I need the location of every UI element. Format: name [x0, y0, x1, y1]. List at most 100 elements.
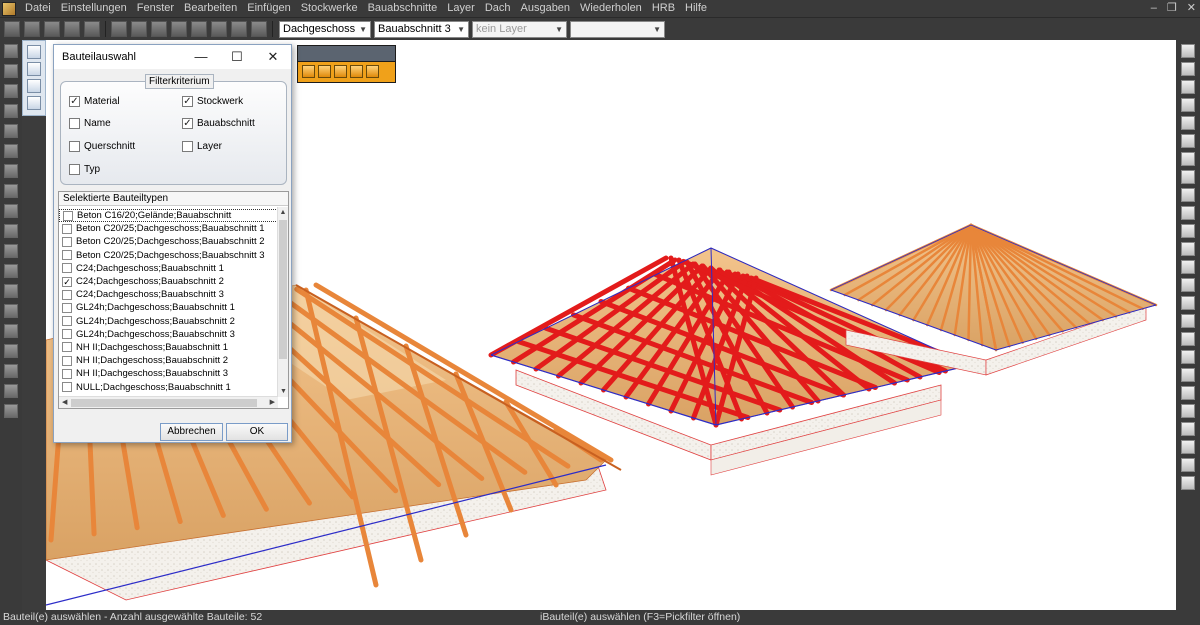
checkbox-unchecked-icon[interactable]: [62, 289, 72, 300]
tool-icon[interactable]: [4, 404, 18, 418]
print-preview-icon[interactable]: [84, 21, 100, 37]
table-icon[interactable]: [1181, 98, 1195, 112]
zoom-all-icon[interactable]: [171, 21, 187, 37]
checkbox-unchecked-icon[interactable]: [62, 342, 72, 353]
list-item[interactable]: NH II;Dachgeschoss;Bauabschnitt 2: [59, 354, 278, 367]
list-item[interactable]: NULL;Dachgeschoss;Bauabschnitt 2: [59, 394, 278, 396]
checkbox-unchecked-icon[interactable]: [62, 329, 72, 340]
beam-icon[interactable]: [4, 244, 18, 258]
menu-item[interactable]: Ausgaben: [516, 0, 576, 17]
pick-rafter-icon[interactable]: [318, 65, 331, 78]
select-filter-icon[interactable]: [27, 79, 41, 93]
close-icon[interactable]: ✕: [1187, 0, 1196, 17]
scroll-up-icon[interactable]: ▲: [278, 207, 288, 218]
select-window-icon[interactable]: [27, 62, 41, 76]
menu-item[interactable]: Stockwerke: [296, 0, 363, 17]
column-icon[interactable]: [4, 124, 18, 138]
checkbox-unchecked-icon[interactable]: [62, 316, 72, 327]
redo-icon[interactable]: [251, 21, 267, 37]
window-icon[interactable]: [4, 104, 18, 118]
filter-checkbox[interactable]: ✓ Material: [69, 96, 120, 107]
horizontal-scrollbar[interactable]: ◀ ▶: [59, 396, 278, 408]
tool-icon[interactable]: [1181, 404, 1195, 418]
truss-icon[interactable]: [4, 304, 18, 318]
filter-checkbox[interactable]: Querschnitt: [69, 141, 135, 152]
pan-icon[interactable]: [191, 21, 207, 37]
checkbox-checked-icon[interactable]: ✓: [69, 96, 80, 107]
scroll-thumb[interactable]: [279, 220, 287, 359]
close-icon[interactable]: ✕: [255, 45, 291, 69]
box-icon[interactable]: [1181, 152, 1195, 166]
tool-icon[interactable]: [1181, 458, 1195, 472]
house-icon[interactable]: [4, 164, 18, 178]
layers-icon[interactable]: [1181, 62, 1195, 76]
filter-checkbox[interactable]: Layer: [182, 141, 222, 152]
filter-checkbox[interactable]: Name: [69, 118, 111, 129]
checkbox-unchecked-icon[interactable]: [62, 368, 72, 379]
menu-item[interactable]: HRB: [647, 0, 680, 17]
save-icon[interactable]: [44, 21, 60, 37]
filter-checkbox[interactable]: ✓ Stockwerk: [182, 96, 243, 107]
floor-combo[interactable]: Dachgeschoss ▼: [279, 20, 371, 38]
pick-filter-toolbar-title[interactable]: [298, 46, 395, 61]
arc-icon[interactable]: [4, 284, 18, 298]
tool-icon[interactable]: [4, 384, 18, 398]
door-icon[interactable]: [1181, 170, 1195, 184]
wall-icon[interactable]: [4, 64, 18, 78]
list-item[interactable]: NH II;Dachgeschoss;Bauabschnitt 3: [59, 367, 278, 380]
lock-icon[interactable]: [4, 324, 18, 338]
tool-icon[interactable]: [4, 364, 18, 378]
stair-icon[interactable]: [4, 224, 18, 238]
tool-icon[interactable]: [1181, 440, 1195, 454]
menu-item[interactable]: Wiederholen: [575, 0, 647, 17]
list-item[interactable]: GL24h;Dachgeschoss;Bauabschnitt 3: [59, 328, 278, 341]
roof-right[interactable]: [829, 223, 1158, 376]
checkbox-unchecked-icon[interactable]: [62, 382, 72, 393]
zoom-in-icon[interactable]: [131, 21, 147, 37]
menu-item[interactable]: Bearbeiten: [179, 0, 242, 17]
cancel-button[interactable]: Abbrechen: [160, 423, 223, 441]
menu-item[interactable]: Dach: [480, 0, 516, 17]
new-file-icon[interactable]: [4, 21, 20, 37]
list-item[interactable]: GL24h;Dachgeschoss;Bauabschnitt 1: [59, 301, 278, 314]
list-item[interactable]: C24;Dachgeschoss;Bauabschnitt 3: [59, 288, 278, 301]
list-item[interactable]: NH II;Dachgeschoss;Bauabschnitt 1: [59, 341, 278, 354]
component-type-list[interactable]: Selektierte Bauteiltypen Beton C16/20;Ge…: [58, 191, 289, 409]
ok-button[interactable]: OK: [226, 423, 288, 441]
zoom-window-icon[interactable]: [111, 21, 127, 37]
checkbox-unchecked-icon[interactable]: [69, 141, 80, 152]
checkbox-unchecked-icon[interactable]: [69, 118, 80, 129]
scroll-down-icon[interactable]: ▼: [278, 386, 289, 397]
list-item[interactable]: NULL;Dachgeschoss;Bauabschnitt 1: [59, 380, 278, 393]
restore-icon[interactable]: ❐: [1167, 0, 1177, 17]
rafter-icon[interactable]: [1181, 278, 1195, 292]
section-icon[interactable]: [4, 344, 18, 358]
square-icon[interactable]: [1181, 224, 1195, 238]
minimize-icon[interactable]: –: [1151, 0, 1157, 17]
list-item[interactable]: Beton C20/25;Dachgeschoss;Bauabschnitt 3: [59, 249, 278, 262]
select-arrow-icon[interactable]: [27, 45, 41, 59]
roof-icon[interactable]: [4, 84, 18, 98]
select-3d-icon[interactable]: [27, 96, 41, 110]
list-item[interactable]: Beton C20/25;Dachgeschoss;Bauabschnitt 1: [59, 222, 278, 235]
tool-icon[interactable]: [1181, 422, 1195, 436]
filter-checkbox[interactable]: ✓ Bauabschnitt: [182, 118, 255, 129]
list-item[interactable]: Beton C20/25;Dachgeschoss;Bauabschnitt 2: [59, 235, 278, 248]
maximize-icon[interactable]: ☐: [219, 45, 255, 69]
empty-combo[interactable]: ▼: [570, 20, 665, 38]
arrow-icon[interactable]: [1181, 350, 1195, 364]
menu-item[interactable]: Fenster: [132, 0, 179, 17]
vertical-scrollbar[interactable]: ▲ ▼: [277, 207, 288, 397]
pick-house-icon[interactable]: [350, 65, 363, 78]
app-icon[interactable]: [2, 1, 16, 16]
checkbox-unchecked-icon[interactable]: [62, 223, 72, 234]
checkbox-unchecked-icon[interactable]: [62, 263, 72, 274]
open-file-icon[interactable]: [24, 21, 40, 37]
view-3d-icon[interactable]: [1181, 44, 1195, 58]
print-icon[interactable]: [64, 21, 80, 37]
pick-slash-icon[interactable]: [366, 65, 379, 78]
zoom-out-icon[interactable]: [151, 21, 167, 37]
undo-icon[interactable]: [231, 21, 247, 37]
checkbox-unchecked-icon[interactable]: [63, 210, 73, 221]
menu-item[interactable]: Bauabschnitte: [363, 0, 443, 17]
